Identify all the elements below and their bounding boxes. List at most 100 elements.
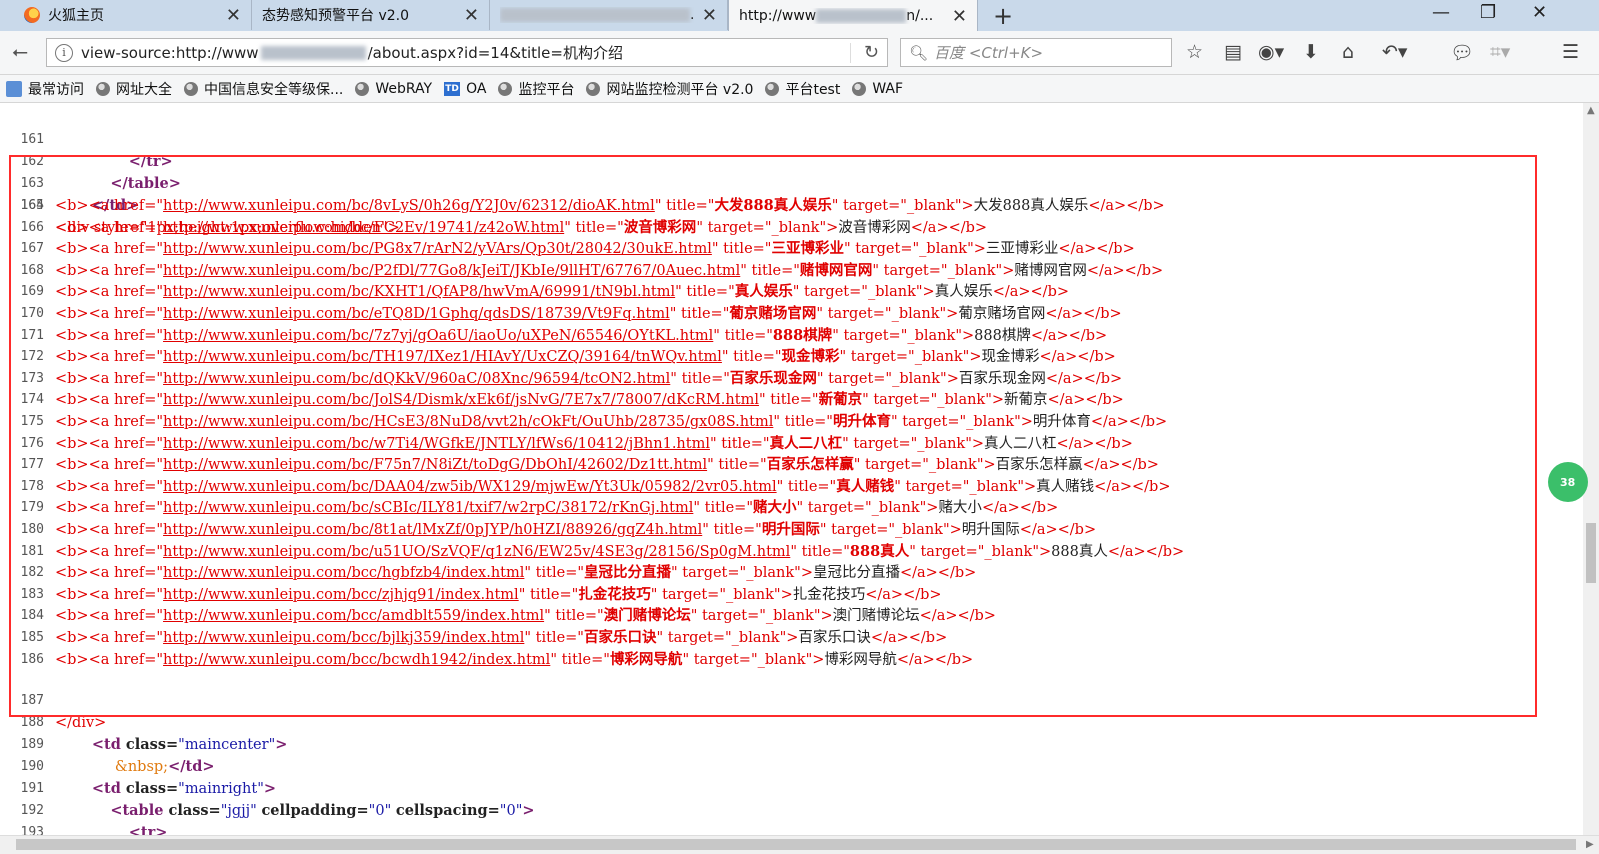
injected-url-link[interactable]: http://www.xunleipu.com/bc/HCsE3/8NuD8/v… [163,414,773,430]
injected-url-link[interactable]: http://www.xunleipu.com/bc/DAA04/zw5ib/W… [163,479,777,495]
source-line: 181 <b><a href="http://www.xunleipu.com/b… [20,542,1185,560]
source-line: 175 <b><a href="http://www.xunleipu.com/b… [20,413,1168,430]
info-icon[interactable]: i [55,43,73,62]
close-icon[interactable]: ✕ [952,6,967,27]
td-icon: TD [444,81,461,96]
search-icon: 🔍︎ [909,43,929,62]
minimize-icon[interactable]: — [1432,2,1450,23]
globe-icon [96,81,110,96]
injected-url-link[interactable]: http://www.xunleipu.com/bc/KXHT1/QfAP8/h… [163,284,675,300]
horizontal-scrollbar[interactable]: ▶ [0,835,1599,854]
injected-url-link[interactable]: http://www.xunleipu.com/bc/sCBIc/ILY81/t… [163,500,693,516]
source-line: 177 <b><a href="http://www.xunleipu.com/b… [20,456,1159,474]
injected-url-link[interactable]: http://www.xunleipu.com/bc/eTQ8D/1Gphq/q… [163,306,670,322]
tab-view-source[interactable]: http://www n/... ✕ [728,0,978,32]
menu-icon[interactable]: ☰ [1562,41,1579,63]
vertical-scrollbar[interactable]: ▲ [1583,103,1599,835]
globe-icon [184,81,198,96]
source-line: 173 <b><a href="http://www.xunleipu.com/b… [20,369,1123,387]
source-line: 169 <b><a href="http://www.xunleipu.com/b… [20,283,1069,301]
window-close-icon[interactable]: ✕ [1532,2,1547,23]
scroll-up-icon[interactable]: ▲ [1587,105,1595,116]
source-line: 172 <b><a href="http://www.xunleipu.com/b… [20,348,1116,366]
injected-url-link[interactable]: http://www.xunleipu.com/bc/FC2Ev/19741/z… [163,220,564,236]
injected-url-link[interactable]: http://www.xunleipu.com/bcc/bcwdh1942/in… [163,652,550,668]
source-line: 162 </table> [20,154,181,192]
injected-url-link[interactable]: http://www.xunleipu.com/bc/JolS4/Dismk/x… [163,392,759,408]
bookmark-most-visited[interactable]: 最常访问 [0,79,84,99]
source-line: 185 <b><a href="http://www.xunleipu.com/b… [20,629,948,646]
side-badge[interactable]: 38 [1548,462,1588,502]
crop-icon[interactable]: ⌗▾ [1490,41,1510,63]
source-line: 183 <b><a href="http://www.xunleipu.com/b… [20,585,942,603]
search-input[interactable]: 🔍︎ 百度 <Ctrl+K> [900,38,1172,67]
bookmarks-toolbar: 最常访问 网址大全 中国信息安全等级保... WebRAY TD OA 监控平台 … [0,75,1599,103]
source-line: 163 </td> [20,176,139,214]
tab-situation-platform[interactable]: 态势感知预警平台 v2.0 ✕ [252,0,490,30]
injected-url-link[interactable]: http://www.xunleipu.com/bc/dQKkV/960aC/0… [163,371,670,387]
download-icon[interactable]: ⬇ [1303,41,1319,63]
navigation-toolbar: ⭠ i view-source:http://www /about.aspx?i… [0,31,1599,75]
injected-url-link[interactable]: http://www.xunleipu.com/bc/P2fDl/77Go8/k… [163,263,740,279]
source-line: 191 <table class="jgjj" cellpadding="0" … [20,781,535,819]
redacted-host [260,45,366,60]
globe-icon [586,81,601,96]
search-placeholder: 百度 <Ctrl+K> [934,44,1044,62]
injected-url-link[interactable]: http://www.xunleipu.com/bc/w7Ti4/WGfkE/J… [163,436,710,452]
restore-icon[interactable]: ❐ [1480,2,1496,23]
source-line: 184 <b><a href="http://www.xunleipu.com/b… [20,607,996,625]
source-line: 171 <b><a href="http://www.xunleipu.com/b… [20,326,1108,344]
source-line: 167 <b><a href="http://www.xunleipu.com/b… [20,240,1135,258]
tab-redacted[interactable]: . ✕ [490,0,728,30]
scroll-thumb[interactable] [1586,523,1596,583]
source-line: 187 </div> [20,693,107,731]
close-icon[interactable]: ✕ [464,5,479,26]
bookmark-monitor-platform[interactable]: 监控平台 [498,79,574,99]
injected-url-link[interactable]: http://www.xunleipu.com/bcc/bjlkj359/ind… [163,630,524,646]
injected-url-link[interactable]: http://www.xunleipu.com/bc/8t1at/lMxZf/0… [163,522,702,538]
close-icon[interactable]: ✕ [702,5,717,26]
source-line: 170 <b><a href="http://www.xunleipu.com/b… [20,305,1122,322]
tab-strip: 火狐主页 ✕ 态势感知预警平台 v2.0 ✕ . ✕ http://wwwn/.… [0,0,1599,32]
divider [850,43,851,63]
home-icon[interactable]: ⌂ [1342,41,1354,63]
source-line: 179 <b><a href="http://www.xunleipu.com/b… [20,499,1059,517]
bookmark-webray[interactable]: WebRAY [355,81,432,97]
reload-icon[interactable]: ↻ [864,42,879,63]
chat-icon[interactable]: 💬︎ [1450,41,1474,64]
globe-icon [498,81,513,96]
bookmark-platform-test[interactable]: 平台test [765,79,840,99]
bookmark-star-icon[interactable]: ☆ [1186,41,1203,63]
undo-icon[interactable]: ↶▾ [1382,41,1407,63]
injected-url-link[interactable]: http://www.xunleipu.com/bc/PG8x7/rArN2/y… [163,241,712,257]
injected-url-link[interactable]: http://www.xunleipu.com/bc/F75n7/N8iZt/t… [163,457,707,473]
close-icon[interactable]: ✕ [226,5,241,26]
injected-url-link[interactable]: http://www.xunleipu.com/bc/7z7yj/gOa6U/i… [163,328,713,344]
source-line: 189 &nbsp;</td> [20,737,215,775]
back-icon[interactable]: ⭠ [12,39,28,63]
bookmark-waf[interactable]: WAF [852,81,903,97]
bookmark-infosec-level[interactable]: 中国信息安全等级保... [184,79,343,99]
injected-url-link[interactable]: http://www.xunleipu.com/bcc/zjhjq91/inde… [163,587,519,603]
bookmark-site-monitor[interactable]: 网站监控检测平台 v2.0 [586,79,753,99]
scroll-thumb[interactable] [16,839,1576,850]
injected-url-link[interactable]: http://www.xunleipu.com/bcc/amdblt559/in… [163,608,544,624]
bookmark-url-directory[interactable]: 网址大全 [96,79,172,99]
tab-title: . [500,7,694,23]
tab-firefox-home[interactable]: 火狐主页 ✕ [14,0,252,30]
tab-title: 态势感知预警平台 v2.0 [262,8,409,24]
injected-url-link[interactable]: http://www.xunleipu.com/bc/TH197/IXez1/H… [163,349,722,365]
reading-list-icon[interactable]: ▤ [1224,41,1242,63]
source-line: 165 <b><a href="http://www.xunleipu.com/b… [20,197,1165,214]
source-line: 176 <b><a href="http://www.xunleipu.com/b… [20,434,1133,452]
address-bar[interactable]: i view-source:http://www /about.aspx?id=… [46,38,888,67]
globe-icon [355,81,370,96]
scroll-right-icon[interactable]: ▶ [1586,839,1594,850]
bookmark-oa[interactable]: TD OA [444,81,486,97]
injected-url-link[interactable]: http://www.xunleipu.com/bcc/hgbfzb4/inde… [163,565,524,581]
new-tab-icon[interactable]: + [993,2,1013,30]
account-icon[interactable]: ◉▾ [1258,41,1284,63]
address-suffix: /about.aspx?id=14&title=机构介绍 [367,44,623,62]
injected-url-link[interactable]: http://www.xunleipu.com/bc/u51UO/SzVQF/q… [163,544,790,560]
injected-url-link[interactable]: http://www.xunleipu.com/bc/8vLyS/0h26g/Y… [163,198,655,214]
